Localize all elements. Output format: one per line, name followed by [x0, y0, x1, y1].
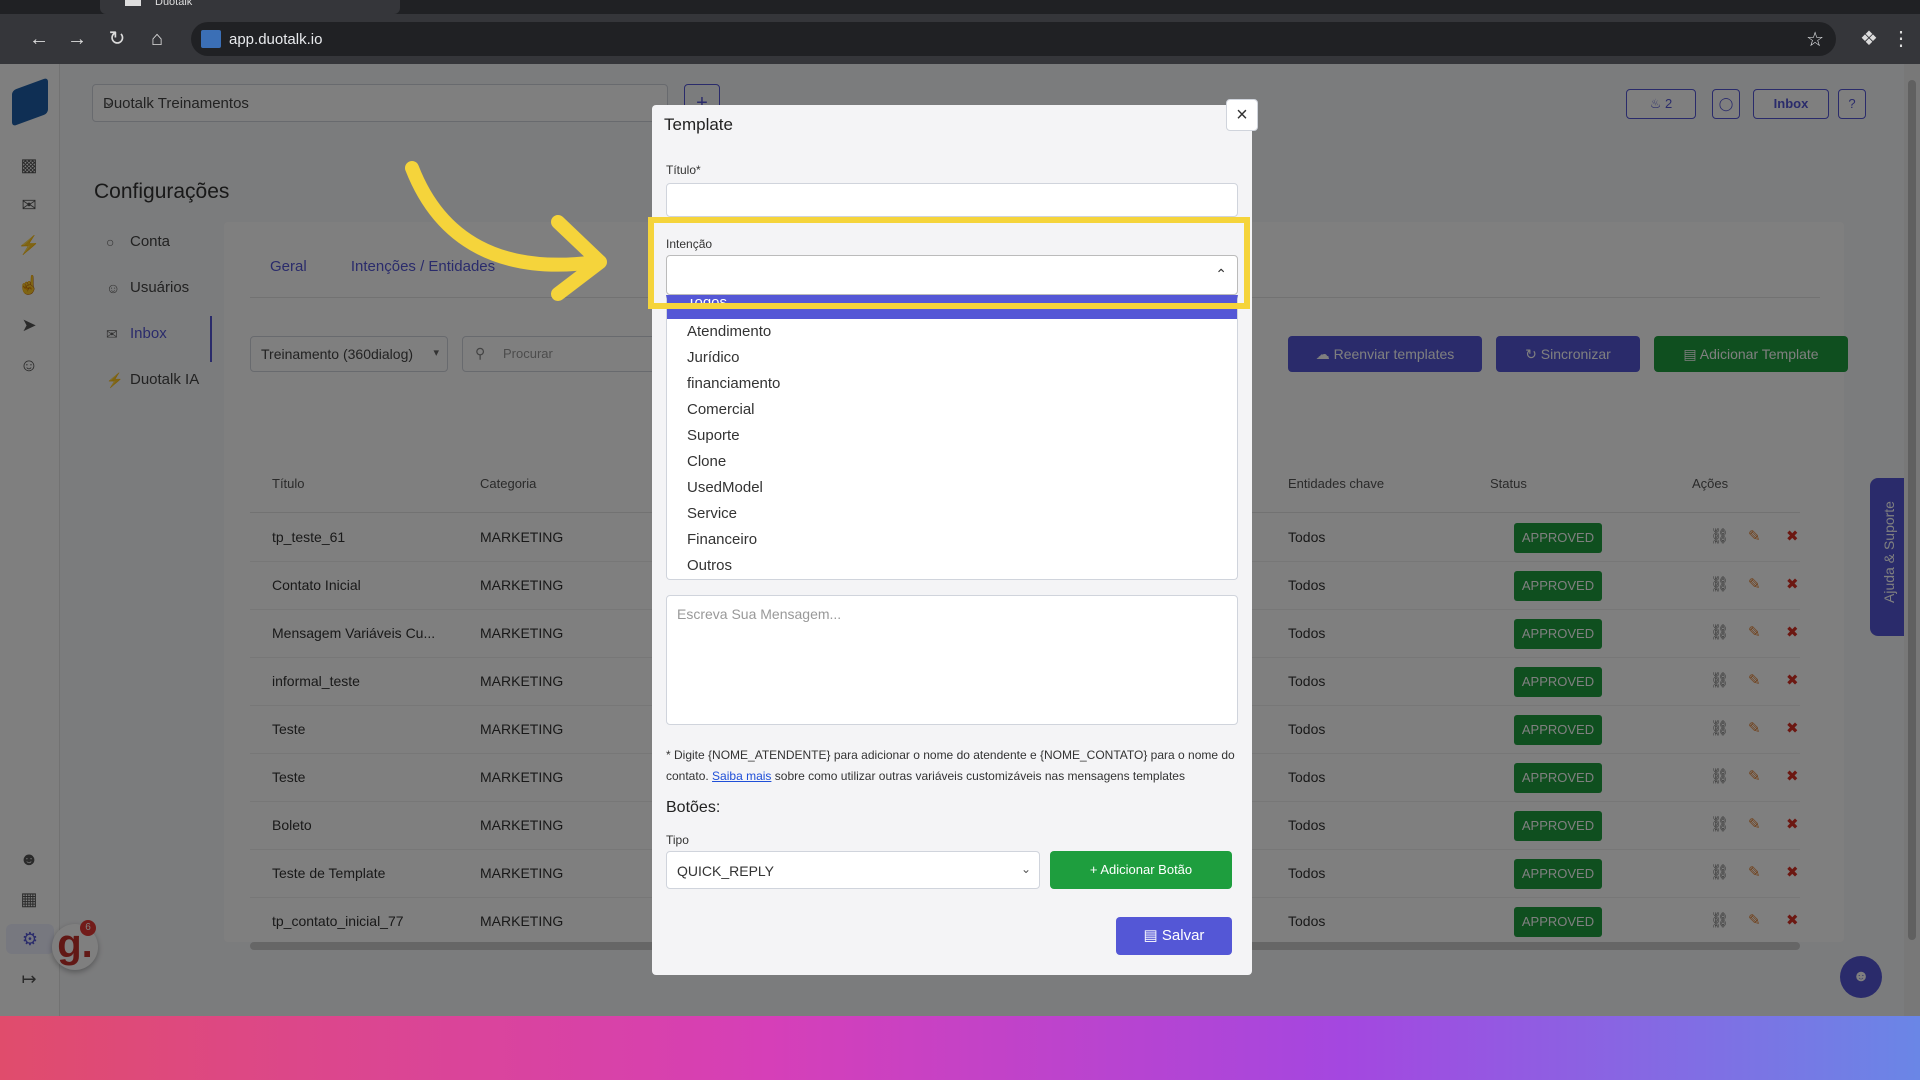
titulo-input[interactable] [666, 183, 1238, 217]
tipo-label: Tipo [666, 833, 689, 847]
tipo-select-value: QUICK_REPLY [677, 863, 774, 879]
titulo-label: Título* [666, 163, 701, 177]
back-arrow-icon[interactable]: ← [26, 26, 52, 52]
plus-icon: + [1089, 862, 1098, 877]
dropdown-option[interactable]: Atendimento [667, 319, 1237, 345]
extensions-icon[interactable]: ❖ [1856, 26, 1882, 52]
add-button-button[interactable]: + Adicionar Botão [1050, 851, 1232, 889]
dropdown-option[interactable]: Suporte [667, 423, 1237, 449]
dropdown-option[interactable]: financiamento [667, 371, 1237, 397]
buttons-section-title: Botões: [666, 799, 721, 816]
tutorial-arrow-icon [405, 161, 607, 301]
address-bar[interactable]: app.duotalk.io ☆ [191, 22, 1836, 56]
gradient-footer-bar [0, 1016, 1920, 1080]
save-button[interactable]: ▤ Salvar [1116, 917, 1232, 955]
dropdown-option[interactable]: Jurídico [667, 345, 1237, 371]
add-button-label: Adicionar Botão [1100, 862, 1193, 877]
variables-hint: * Digite {NOME_ATENDENTE} para adicionar… [666, 745, 1246, 787]
message-placeholder: Escreva Sua Mensagem... [677, 606, 842, 622]
browser-tab[interactable]: Duotalk [100, 0, 400, 14]
dropdown-option[interactable]: Clone [667, 449, 1237, 475]
tipo-select[interactable]: QUICK_REPLY ⌄ [666, 851, 1040, 889]
tab-title: Duotalk [155, 0, 193, 8]
tab-favicon-icon [125, 0, 141, 6]
tutorial-highlight-box [648, 217, 1250, 309]
site-favicon-icon [201, 30, 221, 48]
save-label: Salvar [1161, 927, 1205, 944]
dropdown-option[interactable]: Outros [667, 553, 1237, 579]
home-icon[interactable]: ⌂ [144, 26, 170, 52]
dropdown-option[interactable]: UsedModel [667, 475, 1237, 501]
browser-toolbar: ← → ↻ ⌂ app.duotalk.io ☆ ❖ ⋮ [0, 14, 1920, 64]
dropdown-option[interactable]: Financeiro [667, 527, 1237, 553]
dropdown-option[interactable]: Service [667, 501, 1237, 527]
save-disk-icon: ▤ [1143, 927, 1158, 944]
reload-icon[interactable]: ↻ [104, 26, 130, 52]
forward-arrow-icon[interactable]: → [64, 26, 90, 52]
saiba-mais-link[interactable]: Saiba mais [712, 769, 771, 783]
intencao-dropdown: Todos Atendimento Jurídico financiamento… [666, 295, 1238, 580]
close-icon[interactable]: × [1226, 99, 1258, 131]
browser-menu-icon[interactable]: ⋮ [1888, 26, 1914, 52]
message-textarea[interactable]: Escreva Sua Mensagem... [666, 595, 1238, 725]
browser-tabstrip: Duotalk [0, 0, 1920, 14]
url-text: app.duotalk.io [229, 31, 323, 48]
modal-title: Template [664, 115, 733, 134]
dropdown-option[interactable]: Comercial [667, 397, 1237, 423]
bookmark-star-icon[interactable]: ☆ [1806, 27, 1824, 52]
chevron-down-icon: ⌄ [1020, 862, 1031, 876]
hint-text-after: sobre como utilizar outras variáveis cus… [774, 769, 1185, 783]
